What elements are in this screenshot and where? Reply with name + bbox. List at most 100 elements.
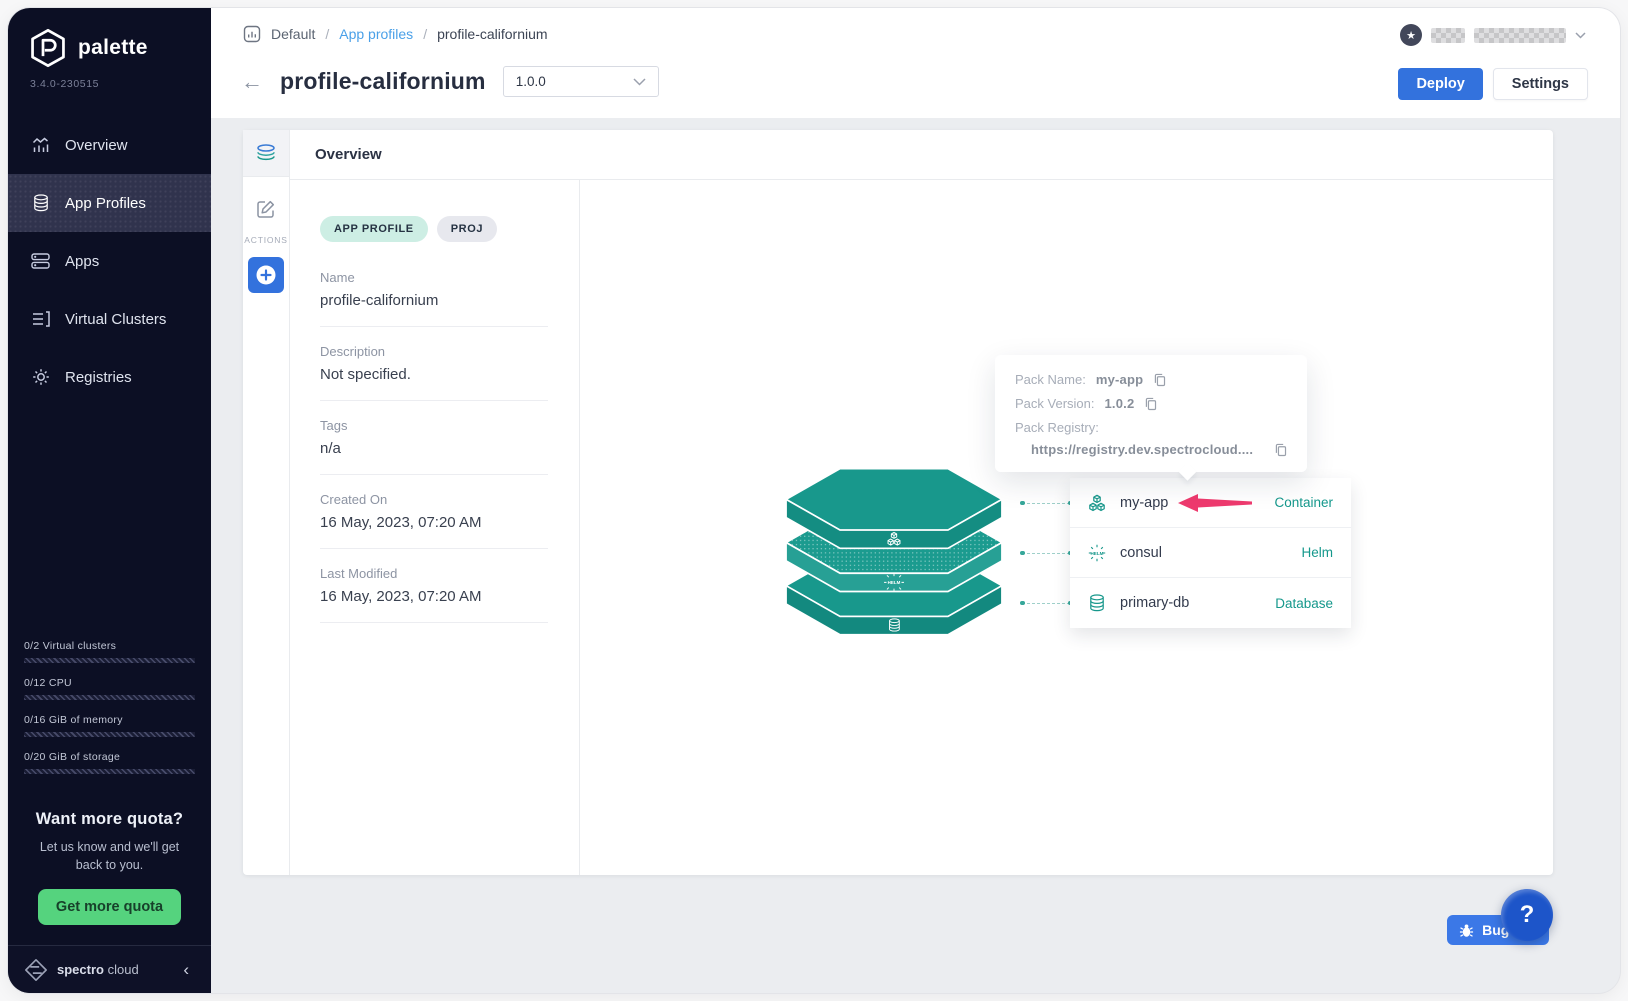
pack-name: primary-db <box>1120 595 1189 611</box>
badge-row: APP PROFILE PROJ <box>320 216 579 242</box>
database-icon <box>1088 594 1106 612</box>
quota-progress-bar <box>24 732 195 737</box>
field-value: profile-californium <box>320 292 548 309</box>
card-side-rail: ACTIONS <box>243 130 290 875</box>
quota-memory: 0/16 GiB of memory <box>24 714 195 737</box>
field-label: Created On <box>320 492 548 507</box>
sidebar-item-apps[interactable]: Apps <box>8 232 211 290</box>
sidebar: palette 3.4.0-230515 Overview App Profil… <box>8 8 211 993</box>
page-title: profile-californium <box>280 68 486 95</box>
copy-icon[interactable] <box>1153 373 1166 387</box>
quota-progress-bar <box>24 658 195 663</box>
spectro-cloud-wordmark: spectro cloud <box>57 962 139 977</box>
breadcrumb: Default / App profiles / profile-califor… <box>243 25 548 43</box>
breadcrumb-current: profile-californium <box>437 26 547 42</box>
field-last-modified: Last Modified 16 May, 2023, 07:20 AM <box>320 566 548 623</box>
quota-section: 0/2 Virtual clusters 0/12 CPU 0/16 GiB o… <box>8 640 211 788</box>
collapse-sidebar-chevron[interactable]: ‹ <box>177 959 195 980</box>
actions-label: ACTIONS <box>243 235 289 245</box>
server-stack-icon <box>31 252 50 271</box>
pack-row-primary-db[interactable]: primary-db Database <box>1070 578 1351 628</box>
quota-progress-bar <box>24 695 195 700</box>
copy-icon[interactable] <box>1144 397 1157 411</box>
field-description: Description Not specified. <box>320 344 548 401</box>
sidebar-item-overview[interactable]: Overview <box>8 116 211 174</box>
tooltip-pack-name-row: Pack Name: my-app <box>1015 372 1287 387</box>
tooltip-pack-registry-row: Pack Registry: <box>1015 420 1287 435</box>
brand-light: cloud <box>108 962 139 977</box>
connector-line <box>1022 503 1070 504</box>
back-arrow-icon[interactable]: ← <box>241 71 263 93</box>
sidebar-item-virtual-clusters[interactable]: Virtual Clusters <box>8 290 211 348</box>
sidebar-item-app-profiles[interactable]: App Profiles <box>8 174 211 232</box>
field-label: Tags <box>320 418 548 433</box>
database-stack-icon <box>31 194 50 213</box>
field-label: Last Modified <box>320 566 548 581</box>
tooltip-registry-url: https://registry.dev.spectrocloud.... <box>1031 442 1253 457</box>
pack-type: Helm <box>1301 545 1333 560</box>
app-version: 3.4.0-230515 <box>30 78 211 90</box>
connector-line <box>1022 553 1070 554</box>
profile-version-select[interactable]: 1.0.0 <box>503 66 659 97</box>
sidebar-item-registries[interactable]: Registries <box>8 348 211 406</box>
annotation-arrow-icon <box>1178 494 1252 512</box>
main-area: Default / App profiles / profile-califor… <box>211 8 1620 993</box>
svg-text:HELM: HELM <box>1090 550 1103 555</box>
tooltip-label: Pack Name: <box>1015 372 1086 387</box>
profile-overview-card: ACTIONS Overview APP PROFILE PROJ <box>243 130 1553 875</box>
breadcrumb-project[interactable]: Default <box>271 26 315 42</box>
sidebar-item-label: Virtual Clusters <box>65 311 166 328</box>
pack-row-consul[interactable]: HELM consul Helm <box>1070 528 1351 578</box>
tooltip-label: Pack Registry: <box>1015 420 1099 435</box>
project-scope-badge: PROJ <box>437 216 497 242</box>
sidebar-item-label: Overview <box>65 137 128 154</box>
tooltip-registry-value-row: https://registry.dev.spectrocloud.... <box>1015 442 1287 457</box>
chevron-down-icon[interactable] <box>1575 32 1586 39</box>
chevron-down-icon <box>633 78 646 86</box>
field-label: Description <box>320 344 548 359</box>
get-more-quota-button[interactable]: Get more quota <box>38 889 181 925</box>
user-name-redacted <box>1431 28 1465 43</box>
edit-profile-button[interactable] <box>255 199 277 219</box>
quota-progress-bar <box>24 769 195 774</box>
header-actions: Deploy Settings <box>1398 68 1588 100</box>
field-name: Name profile-californium <box>320 270 548 327</box>
tooltip-pack-version-row: Pack Version: 1.0.2 <box>1015 396 1287 411</box>
pack-type: Container <box>1274 495 1333 510</box>
help-button[interactable]: ? <box>1501 889 1553 941</box>
breadcrumb-app-profiles-link[interactable]: App profiles <box>339 26 413 42</box>
user-menu: ★ <box>1400 24 1586 46</box>
quota-label: 0/20 GiB of storage <box>24 751 195 763</box>
copy-icon[interactable] <box>1274 443 1287 457</box>
field-value: Not specified. <box>320 366 548 383</box>
app-window: palette 3.4.0-230515 Overview App Profil… <box>8 8 1620 993</box>
quota-label: 0/16 GiB of memory <box>24 714 195 726</box>
breadcrumb-separator: / <box>325 26 329 42</box>
user-name-redacted <box>1474 28 1566 43</box>
container-cubes-icon <box>1088 494 1106 512</box>
layers-tab[interactable] <box>243 130 289 177</box>
brand-name: palette <box>78 36 148 60</box>
connector-line <box>1022 603 1070 604</box>
field-value: 16 May, 2023, 07:20 AM <box>320 588 548 605</box>
tooltip-value: my-app <box>1096 372 1143 387</box>
breadcrumb-separator: / <box>423 26 427 42</box>
quota-cta-text: Let us know and we'll get back to you. <box>35 838 185 874</box>
svg-text:HELM: HELM <box>888 580 901 585</box>
top-bar: Default / App profiles / profile-califor… <box>211 8 1620 118</box>
field-tags: Tags n/a <box>320 418 548 475</box>
star-badge-icon[interactable]: ★ <box>1400 24 1422 46</box>
settings-button[interactable]: Settings <box>1493 68 1588 100</box>
quota-storage: 0/20 GiB of storage <box>24 751 195 774</box>
field-label: Name <box>320 270 548 285</box>
sidebar-item-label: Apps <box>65 253 99 270</box>
add-tier-button[interactable] <box>248 257 284 293</box>
cluster-list-icon <box>31 310 50 329</box>
pack-name: consul <box>1120 545 1162 561</box>
helm-icon: HELM <box>1088 544 1106 562</box>
deploy-button[interactable]: Deploy <box>1398 68 1482 100</box>
overview-tab-title: Overview <box>290 130 1553 180</box>
brand-logo-row: palette <box>8 8 211 68</box>
pack-tooltip: Pack Name: my-app Pack Version: 1.0.2 Pa… <box>995 355 1307 472</box>
page-title-row: ← profile-californium 1.0.0 <box>241 66 659 97</box>
